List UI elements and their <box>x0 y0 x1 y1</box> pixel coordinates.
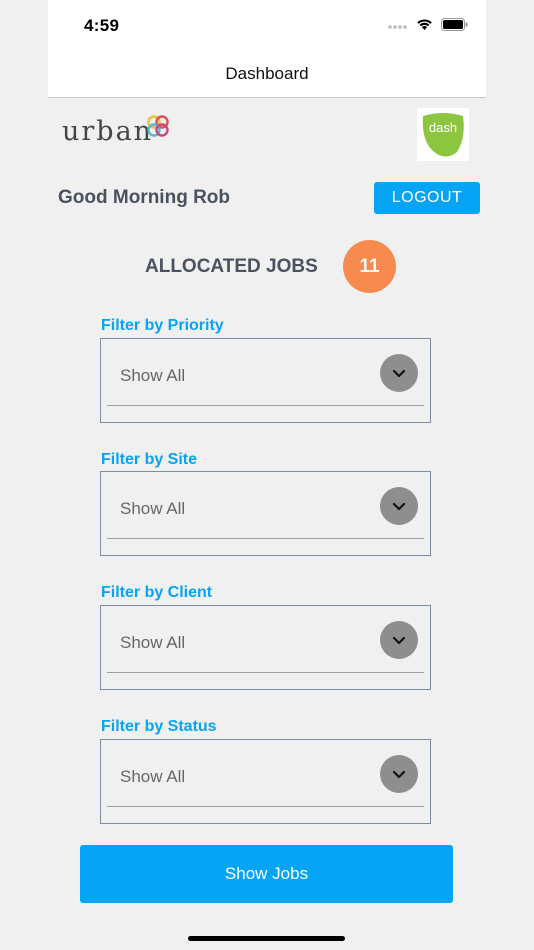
filter-status-value: Show All <box>120 767 186 786</box>
filter-site-value: Show All <box>120 499 186 518</box>
chevron-down-icon[interactable] <box>380 487 418 525</box>
filter-underline <box>107 405 424 406</box>
filter-site-select[interactable]: Show All <box>100 471 431 556</box>
chevron-down-icon[interactable] <box>380 755 418 793</box>
filter-status-label: Filter by Status <box>101 718 217 735</box>
show-jobs-button[interactable]: Show Jobs <box>80 845 453 903</box>
filter-underline <box>107 672 424 673</box>
filter-client-label: Filter by Client <box>101 584 213 601</box>
nav-bar: Dashboard <box>48 54 486 98</box>
filter-underline <box>107 538 424 539</box>
status-time: 4:59 <box>84 16 120 35</box>
status-icons <box>388 18 468 36</box>
chevron-down-icon[interactable] <box>380 354 418 392</box>
allocated-jobs-count-badge: 11 <box>343 240 396 293</box>
filter-client-select[interactable]: Show All <box>100 605 431 690</box>
filter-site-label: Filter by Site <box>101 451 198 468</box>
filter-priority-value: Show All <box>120 366 186 385</box>
allocated-jobs-title: ALLOCATED JOBS <box>145 256 318 277</box>
nav-title: Dashboard <box>225 64 309 83</box>
filter-underline <box>107 806 424 807</box>
filter-client-value: Show All <box>120 633 186 652</box>
greeting-text: Good Morning Rob <box>58 187 231 208</box>
logout-button[interactable]: LOGOUT <box>374 182 480 214</box>
battery-icon <box>441 18 468 36</box>
filter-status-select[interactable]: Show All <box>100 739 431 824</box>
home-indicator[interactable] <box>188 936 345 941</box>
urban-knot-icon <box>146 114 170 143</box>
filter-priority-select[interactable]: Show All <box>100 338 431 423</box>
status-bar: 4:59 <box>48 0 486 54</box>
wifi-icon <box>416 18 433 36</box>
urban-logo: urban <box>62 115 169 147</box>
svg-text:dash: dash <box>429 120 457 135</box>
dash-logo: dash <box>417 108 469 161</box>
signal-icon <box>388 18 408 36</box>
filter-priority-label: Filter by Priority <box>101 317 224 334</box>
chevron-down-icon[interactable] <box>380 621 418 659</box>
